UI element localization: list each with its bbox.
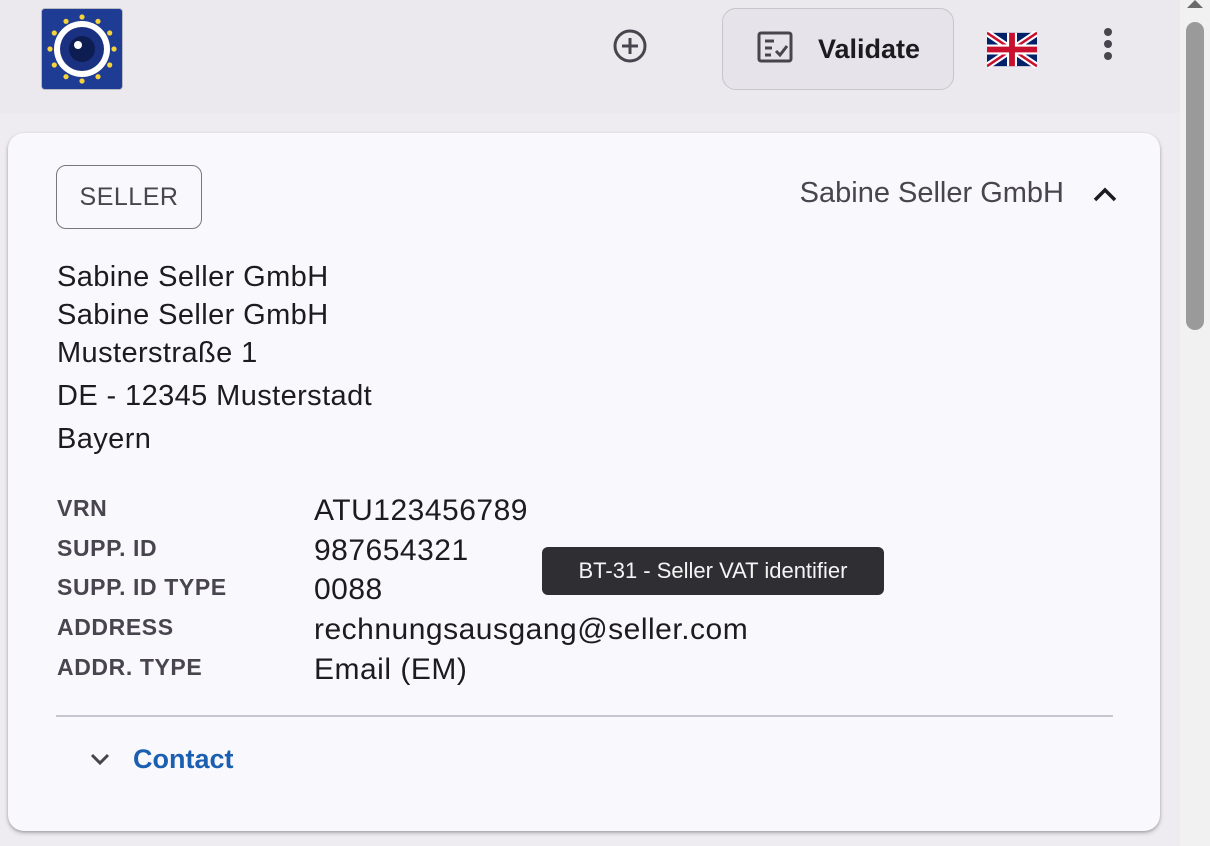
top-toolbar: Validate [0, 0, 1180, 113]
contact-label: Contact [133, 743, 234, 774]
more-options-button[interactable] [1092, 24, 1124, 68]
vat-identifier-tooltip: BT-31 - Seller VAT identifier [542, 547, 884, 595]
chevron-down-icon [84, 743, 116, 775]
add-button[interactable] [610, 28, 650, 68]
vrn-label: VRN [57, 495, 108, 521]
scroll-up-arrow[interactable] [1187, 0, 1203, 8]
uk-flag-icon[interactable] [985, 30, 1039, 69]
checklist-icon [757, 31, 793, 68]
address-line-street: Musterstraße 1 [57, 337, 258, 369]
address-value: rechnungsausgang@seller.com [314, 613, 749, 646]
validate-label: Validate [818, 33, 921, 64]
validate-button[interactable]: Validate [722, 8, 954, 90]
supplier-id-value: 987654321 [314, 534, 469, 567]
supplier-id-type-label: SUPP. ID TYPE [57, 574, 227, 600]
card-header-name: Sabine Seller GmbH [799, 177, 1064, 209]
contact-expander[interactable]: Contact [84, 737, 234, 781]
role-chip: SELLER [56, 165, 202, 229]
more-vert-icon [1102, 26, 1114, 67]
address-type-label: ADDR. TYPE [57, 654, 203, 680]
supplier-id-type-value: 0088 [314, 573, 383, 606]
chevron-up-icon [1092, 185, 1118, 208]
vrn-value: ATU123456789 [314, 494, 528, 527]
address-line-city: DE - 12345 Musterstadt [57, 380, 373, 412]
divider [56, 715, 1113, 717]
address-line-trading-name: Sabine Seller GmbH [57, 299, 329, 331]
scrollbar-thumb[interactable] [1186, 22, 1204, 330]
address-line-name: Sabine Seller GmbH [57, 261, 329, 293]
app-page: Validate SELLER Sabine Seller GmbH Sabin… [0, 0, 1210, 846]
add-circle-icon [612, 28, 648, 69]
address-label: ADDRESS [57, 614, 174, 640]
address-line-region: Bayern [57, 423, 152, 455]
seller-card: SELLER Sabine Seller GmbH Sabine Seller … [8, 133, 1160, 831]
collapse-button[interactable] [1088, 181, 1122, 211]
eu-logo-icon[interactable] [41, 8, 123, 90]
address-type-value: Email (EM) [314, 653, 468, 686]
supplier-id-label: SUPP. ID [57, 535, 158, 561]
